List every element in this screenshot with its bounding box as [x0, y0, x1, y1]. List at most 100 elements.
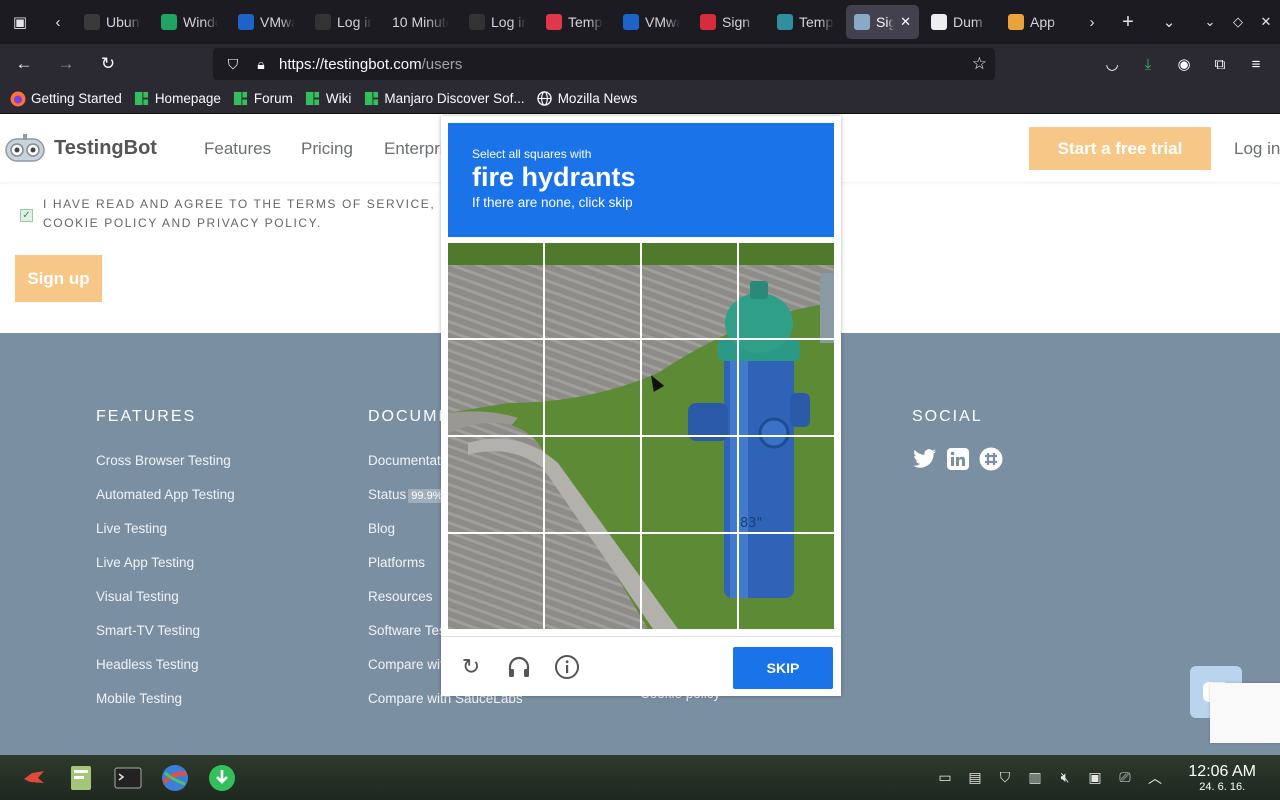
browser-tab[interactable]: Temp	[538, 5, 611, 39]
extensions-icon[interactable]: ⧉	[1202, 48, 1238, 80]
security-shield-icon[interactable]: ⛉	[995, 769, 1015, 786]
nav-features[interactable]: Features	[204, 139, 271, 159]
bookmark-star-icon[interactable]: ☆	[972, 54, 987, 74]
bookmark-item[interactable]: Manjaro Discover Sof...	[363, 91, 525, 107]
captcha-tile[interactable]: 83"	[739, 437, 834, 532]
clock[interactable]: 12:06 AM 24. 6. 16.	[1188, 763, 1256, 793]
linkedin-icon[interactable]	[945, 446, 970, 471]
browser-tab[interactable]: Ubuntu	[76, 5, 149, 39]
workspace-icon[interactable]: ▤	[965, 769, 985, 786]
footer-link[interactable]: Cross Browser Testing	[96, 453, 235, 487]
browser-tab[interactable]: VMware	[230, 5, 303, 39]
twitter-icon[interactable]	[912, 446, 937, 471]
captcha-tile[interactable]: 83"	[739, 534, 834, 629]
captcha-tile[interactable]: 83"	[545, 340, 640, 435]
tray-expand-icon[interactable]: ︿	[1145, 768, 1165, 788]
captcha-tile[interactable]: 83"	[739, 340, 834, 435]
browser-tab[interactable]: Log in	[307, 5, 380, 39]
file-manager-icon[interactable]	[61, 758, 101, 798]
nav-pricing[interactable]: Pricing	[301, 139, 353, 159]
reload-icon[interactable]: ↻	[457, 653, 485, 681]
start-free-trial-button[interactable]: Start a free trial	[1029, 127, 1211, 170]
browser-globe-icon[interactable]	[155, 758, 195, 798]
captcha-tile-image: 83"	[545, 243, 640, 338]
list-all-tabs-icon[interactable]: ▣	[0, 0, 40, 44]
browser-tab[interactable]: Windows	[153, 5, 226, 39]
bookmark-label: Homepage	[154, 91, 221, 106]
captcha-tile[interactable]: 83"	[545, 534, 640, 629]
minimize-icon[interactable]: ⌄	[1196, 14, 1224, 30]
footer-link[interactable]: Live Testing	[96, 521, 235, 555]
login-link[interactable]: Log in	[1234, 139, 1280, 159]
scroll-tabs-left-icon[interactable]: ‹	[40, 0, 76, 44]
lock-icon[interactable]: 🔒︎	[247, 56, 275, 73]
browser-tab[interactable]: 10 Minute	[384, 5, 457, 39]
new-tab-icon[interactable]: +	[1107, 0, 1149, 44]
scroll-tabs-right-icon[interactable]: ›	[1077, 0, 1107, 44]
captcha-tile[interactable]: 83"	[642, 534, 737, 629]
bookmark-item[interactable]: Wiki	[305, 91, 351, 107]
save-icon[interactable]: ▣	[1085, 769, 1105, 786]
footer-link[interactable]: Live App Testing	[96, 555, 235, 589]
terminal-icon[interactable]	[108, 758, 148, 798]
bookmark-item[interactable]: Mozilla News	[537, 91, 637, 107]
bookmark-item[interactable]: Forum	[233, 91, 293, 107]
forward-arrow-icon[interactable]: →	[48, 48, 84, 80]
browser-tab[interactable]: Temp	[769, 5, 842, 39]
bookmark-item[interactable]: Homepage	[134, 91, 221, 107]
captcha-tile[interactable]: 83"	[642, 437, 737, 532]
tab-title: Temp	[568, 14, 603, 30]
captcha-tile[interactable]: 83"	[642, 243, 737, 338]
shield-icon[interactable]: ⛉	[219, 56, 247, 73]
url-bar[interactable]: ⛉ 🔒︎ https://testingbot.com/users ☆	[213, 48, 995, 80]
terms-checkbox[interactable]: ✓	[20, 209, 33, 222]
bookmark-item[interactable]: Getting Started	[10, 91, 122, 107]
footer-social-column: SOCIAL	[912, 408, 1003, 471]
pocket-icon[interactable]: ◡	[1094, 48, 1130, 80]
browser-tab[interactable]: Dum	[923, 5, 996, 39]
reload-page-icon[interactable]: ↻	[90, 48, 126, 80]
footer-link[interactable]: Automated App Testing	[96, 487, 235, 521]
hamburger-menu-icon[interactable]: ≡	[1238, 48, 1274, 80]
captcha-tile[interactable]: 83"	[448, 340, 543, 435]
captcha-tile[interactable]: 83"	[448, 243, 543, 338]
slack-icon[interactable]	[978, 446, 1003, 471]
captcha-tile[interactable]: 83"	[545, 243, 640, 338]
captcha-tile[interactable]: 83"	[545, 437, 640, 532]
footer-link[interactable]: Visual Testing	[96, 589, 235, 623]
audio-icon[interactable]	[505, 653, 533, 681]
footer-link[interactable]: Headless Testing	[96, 657, 235, 691]
close-window-icon[interactable]: ✕	[1252, 14, 1280, 30]
volume-muted-icon[interactable]: 🔇︎	[1055, 769, 1075, 786]
show-desktop-icon[interactable]: ▭	[935, 769, 955, 786]
captcha-tile[interactable]: 83"	[448, 534, 543, 629]
browser-tab[interactable]: Log in	[461, 5, 534, 39]
tab-overflow-chevron-icon[interactable]: ⌄	[1149, 0, 1189, 44]
close-tab-icon[interactable]: ✕	[900, 14, 911, 30]
software-installer-icon[interactable]	[202, 758, 242, 798]
footer-link[interactable]: Smart-TV Testing	[96, 623, 235, 657]
browser-tab[interactable]: Sign ✕	[846, 5, 919, 39]
restore-icon[interactable]: ◇	[1224, 14, 1252, 30]
network-icon[interactable]: ⎚	[1115, 769, 1135, 786]
recaptcha-badge[interactable]	[1210, 683, 1280, 743]
back-arrow-icon[interactable]: ←	[6, 48, 42, 80]
browser-tab[interactable]: Sign	[692, 5, 765, 39]
captcha-tile[interactable]: 83"	[448, 437, 543, 532]
footer-link[interactable]: Mobile Testing	[96, 691, 235, 725]
captcha-tile-image: 83"	[739, 340, 834, 435]
url-text[interactable]: https://testingbot.com/users	[279, 56, 462, 73]
browser-tab[interactable]: App	[1000, 5, 1073, 39]
skip-button[interactable]: SKIP	[733, 647, 833, 689]
site-logo[interactable]: TestingBot	[2, 133, 157, 165]
footer-link[interactable]: Compare with SauceLabs	[368, 691, 538, 725]
clipboard-icon[interactable]: ▥	[1025, 769, 1045, 786]
info-icon[interactable]	[553, 653, 581, 681]
app-menu-icon[interactable]	[14, 758, 54, 798]
captcha-tile[interactable]: 83"	[739, 243, 834, 338]
account-icon[interactable]: ◉	[1166, 48, 1202, 80]
signup-button[interactable]: Sign up	[15, 255, 102, 302]
terms-label: I have read and agree to the Terms of Se…	[43, 197, 436, 230]
browser-tab[interactable]: VMware	[615, 5, 688, 39]
downloads-icon[interactable]: ⤓	[1130, 48, 1166, 80]
